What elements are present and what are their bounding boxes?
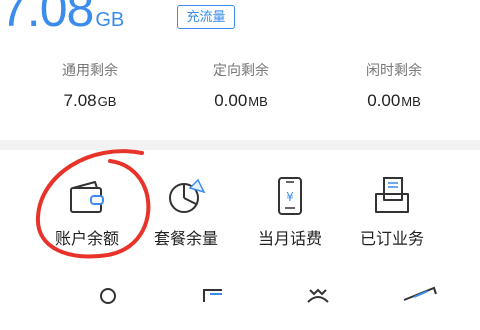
- monthly-bill-label: 当月话费: [257, 229, 322, 248]
- stat-number: 0.00: [367, 91, 401, 110]
- pie-chart-icon: [164, 174, 208, 218]
- phone-bill-icon: ¥: [268, 174, 312, 218]
- second-row-tile-2[interactable]: [164, 282, 264, 326]
- account-balance-label: 账户余额: [54, 229, 119, 248]
- stat-number: 7.08: [63, 91, 97, 110]
- stat-label: 闲时剩余: [366, 63, 422, 79]
- section-divider: [0, 140, 480, 150]
- stat-value: 0.00MB: [181, 88, 301, 114]
- second-row-tile-4[interactable]: [370, 282, 470, 326]
- remaining-stats: 通用剩余 7.08GB 定向剩余 0.00MB 闲时剩余 0.00MB: [0, 60, 480, 120]
- svg-text:¥: ¥: [286, 190, 294, 204]
- ticket-icon: [398, 282, 442, 326]
- total-unit: GB: [95, 9, 125, 31]
- stat-label: 定向剩余: [213, 63, 269, 79]
- recharge-data-button[interactable]: 充流量: [177, 5, 235, 29]
- subscribed-services-icon: [370, 174, 414, 218]
- wallet-icon: [65, 174, 109, 218]
- balance-summary: 7.08 GB 充流量 通用剩余 7.08GB 定向剩余 0.00MB 闲时剩余…: [0, 0, 480, 140]
- monthly-bill-tile[interactable]: ¥ 当月话费: [240, 174, 340, 250]
- total-remaining: 7.08 GB: [0, 0, 124, 44]
- stat-unit: MB: [248, 94, 268, 109]
- account-balance-tile[interactable]: 账户余额: [37, 174, 137, 250]
- user-icon: [86, 282, 130, 326]
- stat-number: 0.00: [214, 91, 248, 110]
- money-bag-icon: [296, 282, 340, 326]
- plan-remaining-label: 套餐余量: [153, 229, 218, 248]
- total-value: 7.08: [0, 0, 94, 37]
- stat-unit: GB: [97, 94, 117, 109]
- stat-directional: 定向剩余 0.00MB: [181, 60, 301, 114]
- subscribed-services-tile[interactable]: 已订业务: [342, 174, 442, 250]
- stat-value: 0.00MB: [334, 88, 454, 114]
- services-grid: 账户余额 套餐余量 ¥ 当月话费 已订业务: [0, 150, 480, 304]
- plan-remaining-tile[interactable]: 套餐余量: [136, 174, 236, 250]
- stat-general: 通用剩余 7.08GB: [30, 60, 150, 114]
- card-icon: [192, 282, 236, 326]
- stat-unit: MB: [401, 94, 421, 109]
- second-row-tile-1[interactable]: [58, 282, 158, 326]
- stat-idle: 闲时剩余 0.00MB: [334, 60, 454, 114]
- stat-value: 7.08GB: [30, 88, 150, 114]
- second-row-tile-3[interactable]: [268, 282, 368, 326]
- stat-label: 通用剩余: [62, 63, 118, 79]
- subscribed-services-label: 已订业务: [359, 229, 424, 248]
